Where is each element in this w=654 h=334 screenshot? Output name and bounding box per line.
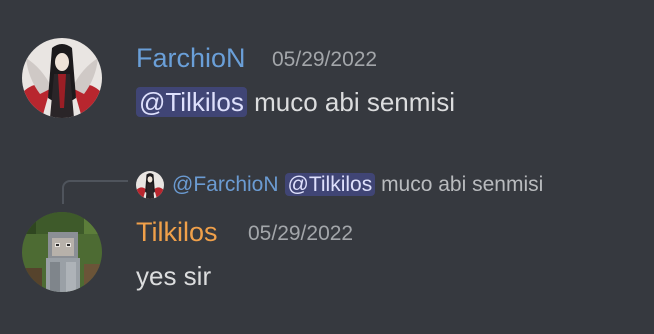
timestamp: 05/29/2022 <box>248 222 354 245</box>
reply-text: muco abi senmisi <box>375 173 544 196</box>
reply-author-name[interactable]: @FarchioN <box>172 173 279 197</box>
reply-connector <box>62 180 128 204</box>
reply-content: @Tilkilos muco abi senmisi <box>284 173 544 197</box>
tilkilos-avatar-image <box>22 212 102 292</box>
farchion-mini-avatar-image <box>136 171 164 199</box>
author-name-tilkilos[interactable]: Tilkilos <box>136 216 218 248</box>
mention-tilkilos[interactable]: @Tilkilos <box>136 87 247 117</box>
avatar-farchion[interactable] <box>22 38 102 118</box>
message-text: yes sir <box>136 261 212 291</box>
reply-preview[interactable]: @FarchioN @Tilkilos muco abi senmisi <box>136 170 543 200</box>
message-content: yes sir <box>136 260 211 292</box>
message-content: @Tilkilos muco abi senmisi <box>136 86 455 118</box>
author-name-farchion[interactable]: FarchioN <box>136 42 246 74</box>
timestamp: 05/29/2022 <box>272 48 378 71</box>
reply-avatar-farchion <box>136 171 164 199</box>
avatar-tilkilos[interactable] <box>22 212 102 292</box>
message-text: muco abi senmisi <box>246 87 455 117</box>
reply-mention-tilkilos[interactable]: @Tilkilos <box>284 173 376 196</box>
farchion-avatar-image <box>22 38 102 118</box>
